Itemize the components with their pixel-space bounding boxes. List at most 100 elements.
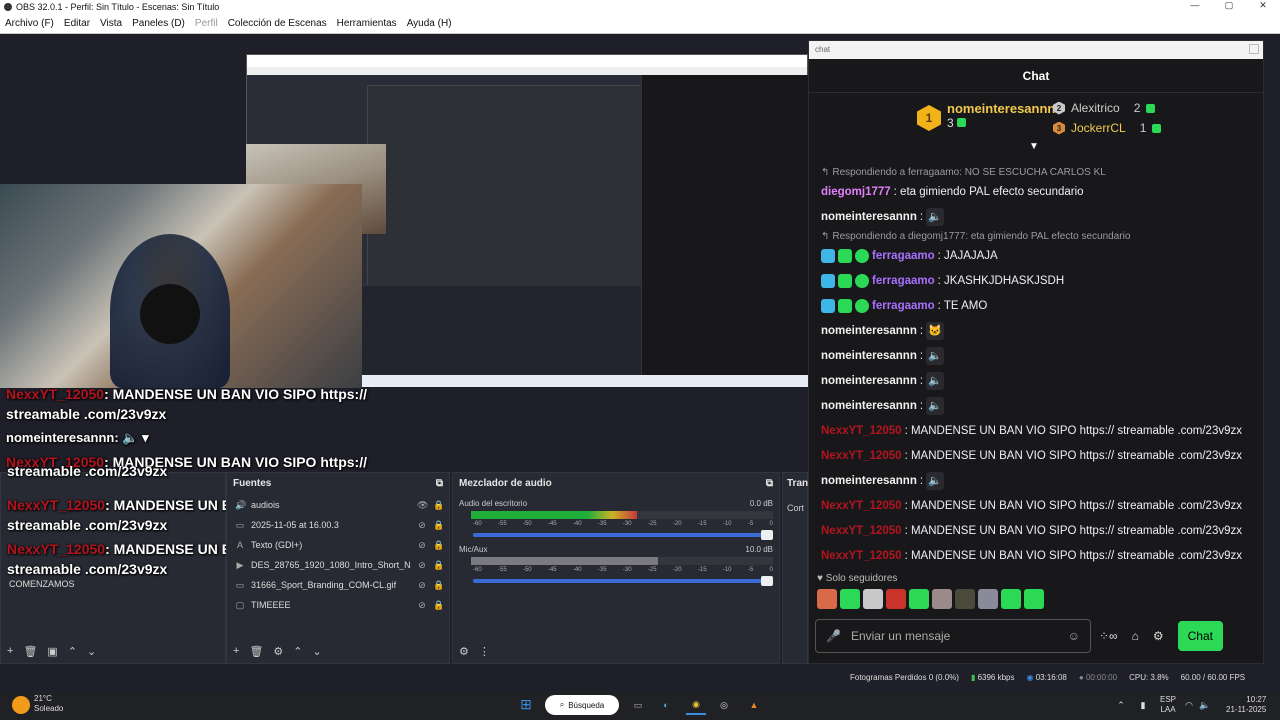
chat-username[interactable]: nomeinteresannn — [821, 211, 917, 223]
chat-username[interactable]: nomeinteresannn — [821, 400, 917, 412]
emote-icon[interactable]: 🔈 — [926, 396, 945, 415]
menu-tools[interactable]: Herramientas — [337, 18, 397, 29]
chat-send-button[interactable]: Chat — [1177, 621, 1223, 651]
app-icon[interactable]: ▲ — [746, 697, 762, 713]
emote-icon[interactable] — [817, 589, 837, 609]
lock-icon[interactable]: 🔒 — [433, 540, 444, 551]
trash-icon[interactable]: 🗑 — [249, 645, 263, 658]
subscriber-badge-icon[interactable] — [821, 248, 835, 263]
chrome-icon[interactable]: ◉ — [686, 695, 706, 715]
scene-item[interactable]: COMENZAMOS — [9, 579, 75, 589]
hidden-icon[interactable]: ⊘ — [417, 600, 427, 611]
leaderboard-first[interactable]: nomeinteresannn 3 — [947, 101, 1055, 130]
verified-badge-icon[interactable] — [855, 273, 869, 288]
emote-icon[interactable] — [909, 589, 929, 609]
source-item[interactable]: ▶ DES_28765_1920_1080_Intro_Short_Nc ⊘ 🔒 — [227, 555, 449, 575]
add-icon[interactable]: + — [233, 645, 239, 657]
volume-slider[interactable] — [473, 576, 773, 586]
undock-icon[interactable]: ⧉ — [436, 478, 443, 490]
chat-username[interactable]: NexxYT_12050 — [821, 450, 902, 462]
language-indicator[interactable]: ESP LAA — [1160, 695, 1176, 715]
lock-icon[interactable]: 🔒 — [433, 520, 444, 531]
source-item[interactable]: ▢ TIMEEEE ⊘ 🔒 — [227, 595, 449, 615]
emote-icon[interactable] — [932, 589, 952, 609]
taskbar-search[interactable]: ⌕ Búsqueda — [545, 695, 619, 715]
infinity-icon[interactable]: ⁘∞ — [1099, 629, 1118, 643]
source-item[interactable]: ▭ 2025-11-05 at 16.00.3 ⊘ 🔒 — [227, 515, 449, 535]
menu-edit[interactable]: Editar — [64, 18, 90, 29]
more-options-icon[interactable]: ⋮ — [479, 645, 490, 658]
source-item[interactable]: A Texto (GDI+) ⊘ 🔒 — [227, 535, 449, 555]
visibility-icon[interactable]: 👁 — [417, 500, 428, 511]
chat-username[interactable]: nomeinteresannn — [821, 325, 917, 337]
emote-icon[interactable] — [1001, 589, 1021, 609]
chat-input[interactable]: 🎤 Enviar un mensaje ☺ — [815, 619, 1091, 653]
program-preview[interactable]: NexxYT_12050: MANDENSE UN BAN VIO SIPO h… — [0, 34, 808, 472]
emote-icon[interactable] — [863, 589, 883, 609]
weather-icon[interactable] — [12, 696, 30, 714]
emote-icon[interactable]: 🔈 — [926, 471, 945, 490]
close-icon[interactable] — [1249, 44, 1259, 54]
volume-knob[interactable] — [761, 530, 773, 540]
move-up-icon[interactable]: ⌃ — [68, 645, 77, 658]
filter-icon[interactable]: ▣ — [47, 645, 57, 658]
chat-username[interactable]: ferragaamo — [872, 250, 935, 262]
emote-icon[interactable]: 🔈 — [926, 346, 945, 365]
emoji-icon[interactable]: ☺ — [1068, 629, 1080, 643]
source-item[interactable]: 🔊 audiois 👁 🔒 — [227, 495, 449, 515]
lock-icon[interactable]: 🔒 — [433, 560, 444, 571]
source-item[interactable]: ▭ 31666_Sport_Branding_COM-CL.gif ⊘ 🔒 — [227, 575, 449, 595]
chat-username[interactable]: nomeinteresannn — [821, 350, 917, 362]
gear-icon[interactable]: ⚙ — [1153, 629, 1164, 643]
lock-icon[interactable]: 🔒 — [433, 580, 444, 591]
move-down-icon[interactable]: ⌄ — [87, 645, 96, 658]
hidden-icon[interactable]: ⊘ — [417, 580, 427, 591]
chat-username[interactable]: NexxYT_12050 — [821, 550, 902, 562]
add-icon[interactable]: + — [7, 645, 13, 657]
emote-icon[interactable] — [955, 589, 975, 609]
close-button[interactable]: ✕ — [1246, 0, 1280, 14]
emote-icon[interactable]: 🐱 — [926, 321, 945, 340]
wifi-icon[interactable]: ◠ — [1184, 698, 1194, 712]
system-clock[interactable]: 10:27 21-11-2025 — [1226, 695, 1266, 715]
bits-badge-icon[interactable] — [838, 298, 852, 313]
emote-icon[interactable] — [1024, 589, 1044, 609]
verified-badge-icon[interactable] — [855, 298, 869, 313]
verified-badge-icon[interactable] — [855, 248, 869, 263]
tray-chevron-icon[interactable]: ⌃ — [1116, 698, 1126, 712]
emote-icon[interactable] — [886, 589, 906, 609]
undock-icon[interactable]: ⧉ — [766, 478, 773, 490]
hidden-icon[interactable]: ⊘ — [417, 520, 427, 531]
subscriber-badge-icon[interactable] — [821, 298, 835, 313]
chat-username[interactable]: NexxYT_12050 — [821, 425, 902, 437]
collapse-icon[interactable]: ▼ — [1029, 141, 1039, 152]
gear-icon[interactable]: ⚙ — [273, 645, 283, 658]
tray-app-icon[interactable]: ▮ — [1138, 698, 1148, 712]
obs-icon[interactable]: ◎ — [716, 697, 732, 713]
volume-icon[interactable]: 🔈 — [1199, 698, 1210, 712]
transition-select[interactable]: Cort — [783, 495, 807, 521]
weather-widget[interactable]: 21°C Soleado — [34, 694, 63, 714]
trash-icon[interactable]: 🗑 — [23, 645, 37, 658]
emote-icon[interactable]: 🔈 — [926, 371, 945, 390]
menu-docks[interactable]: Paneles (D) — [132, 18, 185, 29]
lock-icon[interactable]: 🔒 — [433, 500, 444, 511]
move-down-icon[interactable]: ⌄ — [313, 645, 322, 658]
store-icon[interactable]: ⌂ — [1132, 629, 1139, 643]
leaderboard-second[interactable]: 2 Alexitrico 2 — [1053, 101, 1156, 115]
volume-knob[interactable] — [761, 576, 773, 586]
chat-username[interactable]: ferragaamo — [872, 300, 935, 312]
minimize-button[interactable]: — — [1178, 0, 1212, 14]
leaderboard-third[interactable]: 3 JockerrCL 1 — [1053, 121, 1162, 135]
chat-username[interactable]: ferragaamo — [872, 275, 935, 287]
chat-username[interactable]: nomeinteresannn — [821, 475, 917, 487]
emote-icon[interactable] — [840, 589, 860, 609]
microphone-icon[interactable]: 🎤 — [826, 629, 841, 643]
gear-icon[interactable]: ⚙ — [459, 645, 469, 658]
bits-badge-icon[interactable] — [838, 273, 852, 288]
chat-username[interactable]: NexxYT_12050 — [821, 500, 902, 512]
bits-badge-icon[interactable] — [838, 248, 852, 263]
start-icon[interactable]: ⊞ — [518, 696, 534, 712]
maximize-button[interactable]: ▢ — [1212, 0, 1246, 14]
move-up-icon[interactable]: ⌃ — [293, 645, 302, 658]
